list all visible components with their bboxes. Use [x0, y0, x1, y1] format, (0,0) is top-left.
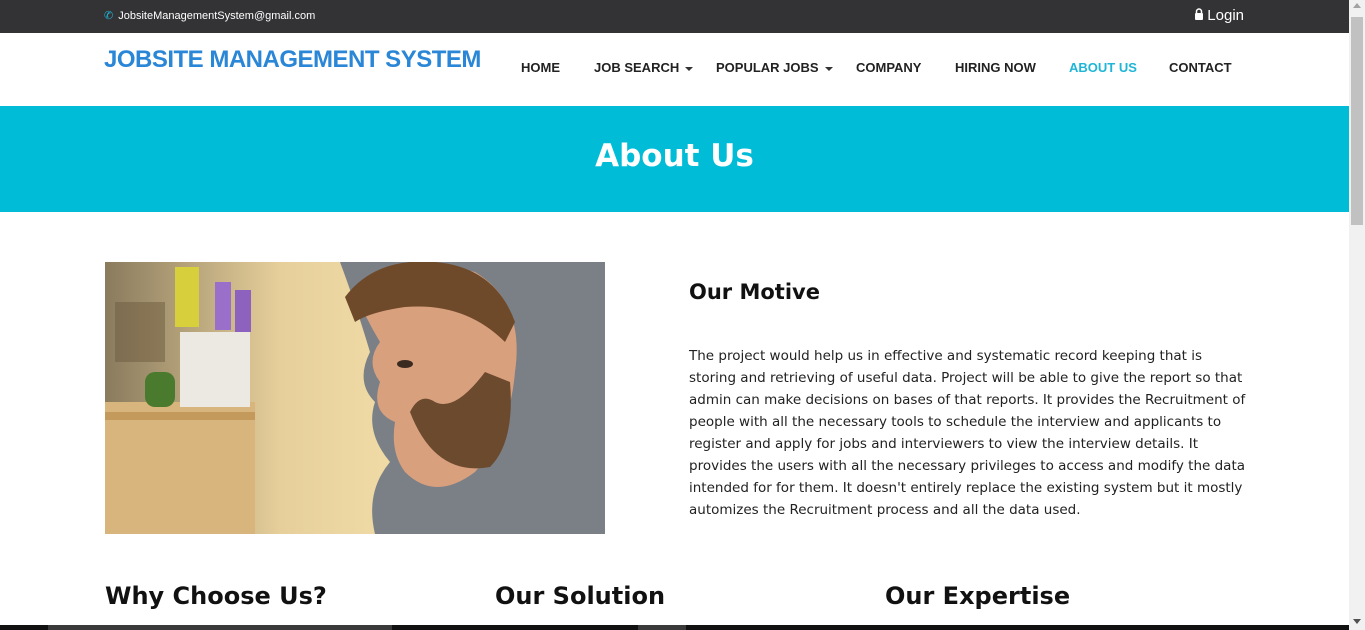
nav-popular-jobs[interactable]: POPULAR JOBS — [716, 60, 833, 75]
lock-icon — [1194, 8, 1204, 23]
nav-popular-jobs-label: POPULAR JOBS — [716, 60, 819, 75]
nav-hiring-now[interactable]: HIRING NOW — [955, 60, 1036, 75]
login-label: Login — [1207, 7, 1244, 24]
nav-hiring-now-label: HIRING NOW — [955, 60, 1036, 75]
image-strip-segment — [48, 625, 392, 630]
page-banner: About Us — [0, 106, 1349, 212]
about-photo — [105, 262, 605, 534]
phone-icon: ✆ — [104, 10, 114, 22]
site-brand[interactable]: JOBSITE MANAGEMENT SYSTEM — [104, 46, 481, 74]
nav-home-label: HOME — [521, 60, 560, 75]
top-bar: ✆ JobsiteManagementSystem@gmail.com Logi… — [0, 0, 1349, 33]
nav-contact[interactable]: CONTACT — [1169, 60, 1232, 75]
section-title-our-expertise: Our Expertise — [885, 582, 1071, 610]
nav-about-us-label: ABOUT US — [1069, 60, 1137, 75]
nav-contact-label: CONTACT — [1169, 60, 1232, 75]
caret-down-icon — [824, 66, 833, 71]
vertical-scrollbar[interactable] — [1349, 0, 1365, 630]
login-link[interactable]: Login — [1194, 7, 1244, 24]
contact-email-text: JobsiteManagementSystem@gmail.com — [118, 9, 316, 22]
nav-about-us[interactable]: ABOUT US — [1069, 60, 1137, 75]
section-title-our-solution: Our Solution — [495, 582, 666, 610]
motive-title: Our Motive — [689, 280, 820, 304]
main-navbar: JOBSITE MANAGEMENT SYSTEM HOME JOB SEARC… — [0, 33, 1349, 106]
scroll-up-arrow-icon[interactable] — [1353, 3, 1361, 8]
scrollbar-thumb[interactable] — [1351, 17, 1363, 225]
caret-down-icon — [685, 66, 694, 71]
scroll-down-arrow-icon[interactable] — [1353, 619, 1361, 624]
nav-company[interactable]: COMPANY — [856, 60, 921, 75]
nav-company-label: COMPANY — [856, 60, 922, 75]
nav-job-search-label: JOB SEARCH — [594, 60, 680, 75]
page-title: About Us — [595, 138, 754, 174]
image-strip-segment — [638, 625, 686, 630]
bottom-image-strip — [0, 625, 1349, 630]
motive-text: The project would help us in effective a… — [689, 348, 1246, 518]
nav-home[interactable]: HOME — [521, 60, 560, 75]
section-title-why-choose-us: Why Choose Us? — [105, 582, 327, 610]
nav-job-search[interactable]: JOB SEARCH — [594, 60, 694, 75]
contact-email: ✆ JobsiteManagementSystem@gmail.com — [104, 9, 316, 23]
